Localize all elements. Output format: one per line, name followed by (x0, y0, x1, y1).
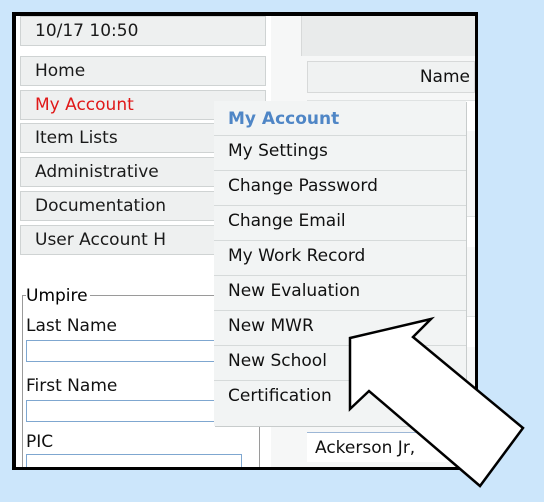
menu-item-certification[interactable]: Certification (214, 380, 466, 410)
menu-item-my-work-record[interactable]: My Work Record (214, 240, 466, 270)
menu-item-new-school[interactable]: New School (214, 345, 466, 375)
menu-item-new-evaluation[interactable]: New Evaluation (214, 275, 466, 305)
dropdown-header: My Account (228, 109, 340, 129)
menu-item-my-settings[interactable]: My Settings (214, 135, 466, 165)
header-strip (301, 16, 475, 56)
sidebar-item-home[interactable]: Home (20, 56, 266, 86)
menu-item-change-password[interactable]: Change Password (214, 170, 466, 200)
menu-item-new-mwr[interactable]: New MWR (214, 310, 466, 340)
my-account-dropdown: My Account My Settings Change Password C… (214, 101, 466, 426)
screenshot-frame: 10/17 10:50 Home My Account Item Lists A… (12, 12, 478, 470)
first-name-input[interactable] (26, 400, 242, 422)
pic-label: PIC (26, 432, 54, 452)
datetime-display: 10/17 10:50 (20, 16, 266, 46)
last-name-label: Last Name (26, 316, 117, 336)
last-name-input[interactable] (26, 340, 242, 362)
app-window: 10/17 10:50 Home My Account Item Lists A… (16, 16, 475, 467)
name-column-header[interactable]: Name (307, 61, 475, 93)
umpire-legend: Umpire (26, 286, 90, 306)
table-row[interactable]: Ackerson Jr, (307, 432, 475, 462)
menu-item-change-email[interactable]: Change Email (214, 205, 466, 235)
pic-input[interactable] (26, 454, 242, 467)
first-name-label: First Name (26, 376, 118, 396)
